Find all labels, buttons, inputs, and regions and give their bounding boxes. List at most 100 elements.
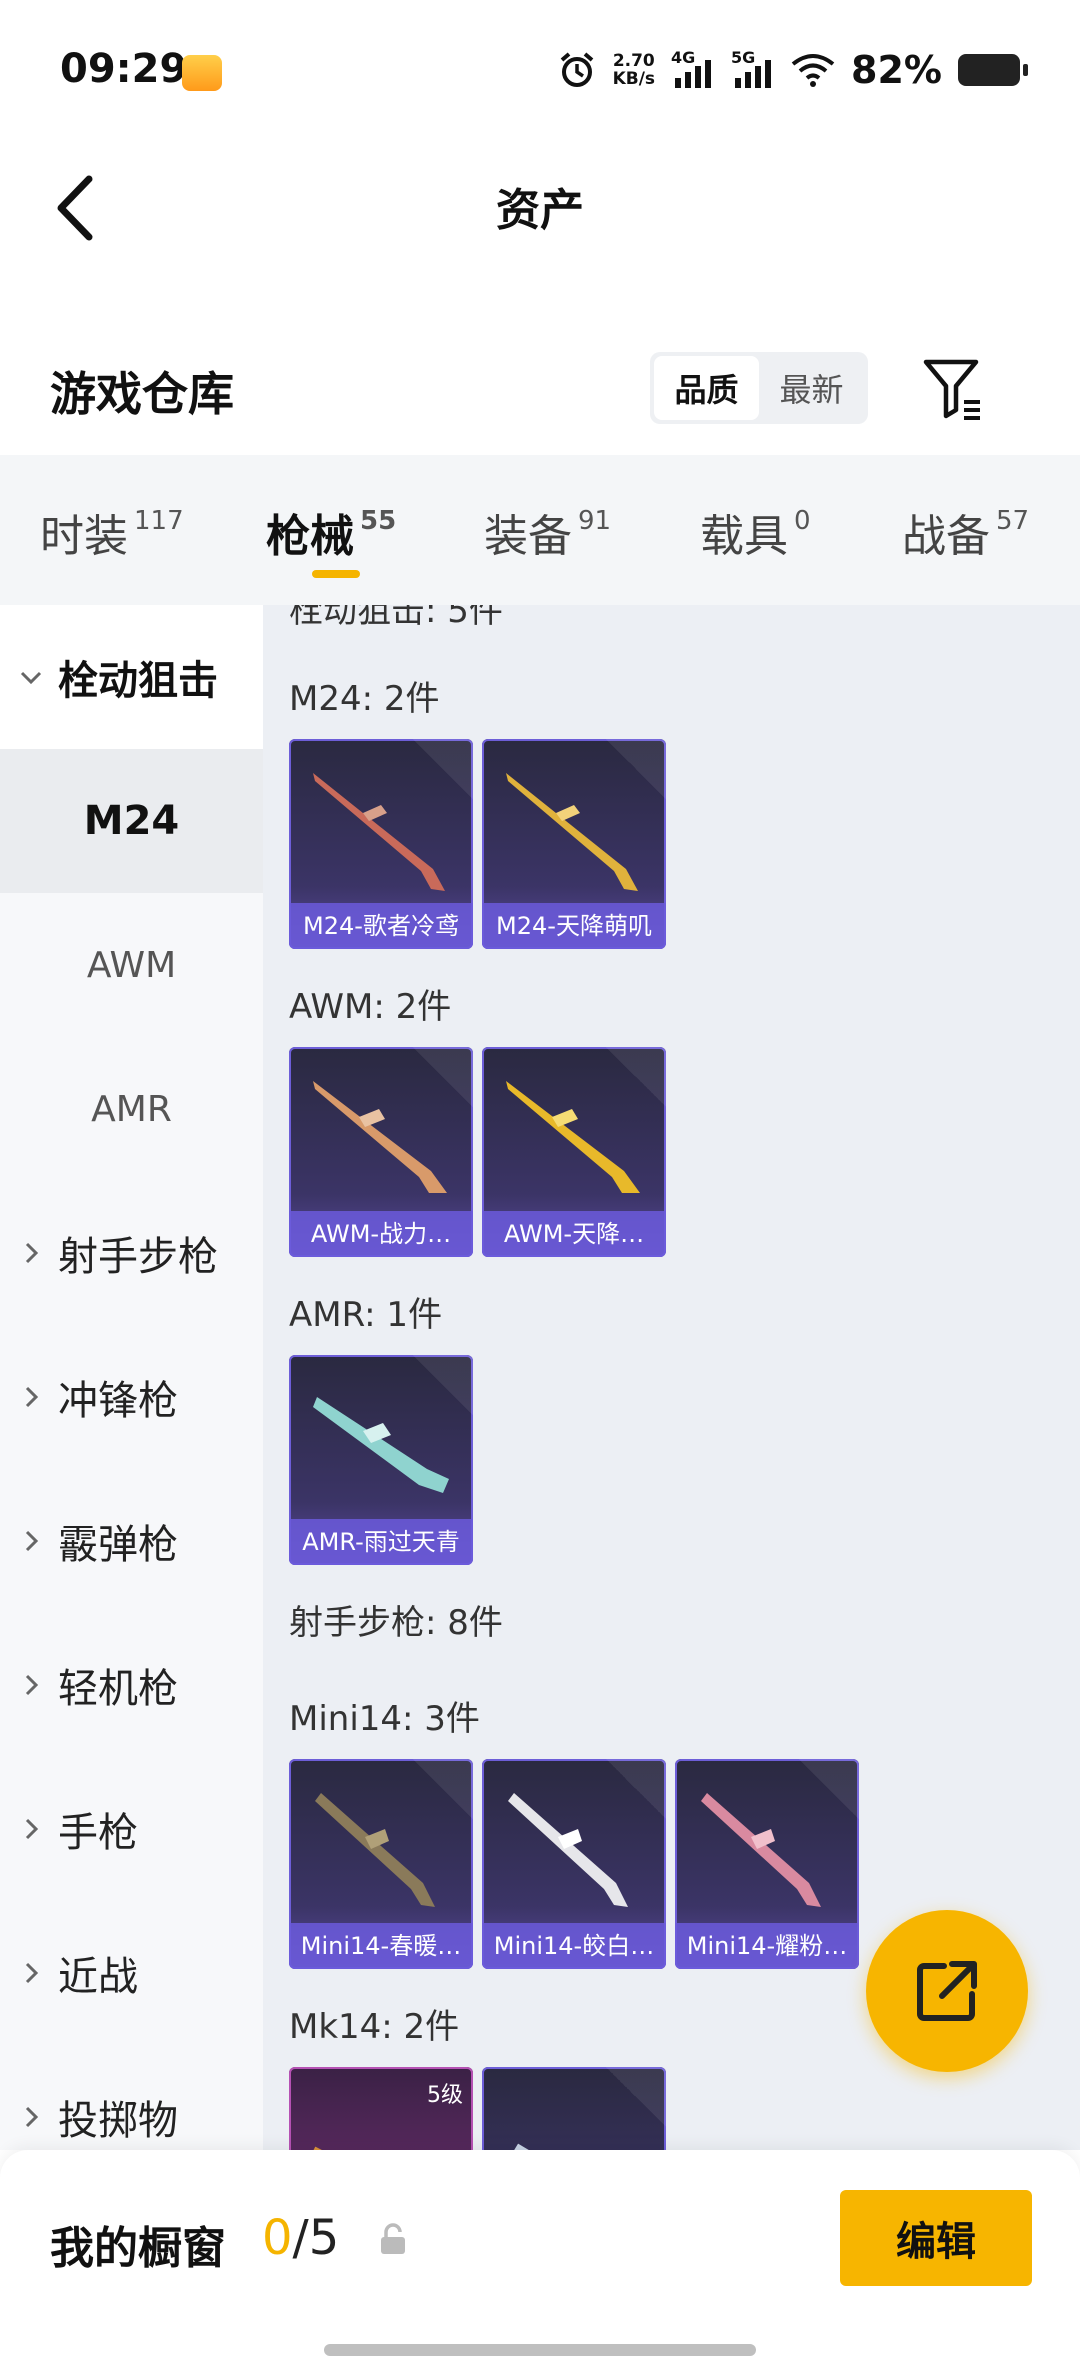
share-fab[interactable]: [866, 1910, 1028, 2072]
status-time: 09:29: [60, 46, 188, 92]
sidebar-category-throwables[interactable]: 投掷物: [0, 2045, 263, 2150]
item-card[interactable]: AWM-天降…: [482, 1047, 666, 1257]
item-card[interactable]: AMR-雨过天青: [289, 1355, 473, 1565]
rifle-icon: [313, 2146, 322, 2150]
tab-firearms[interactable]: 枪械 55: [266, 500, 396, 564]
sidebar-category-label: 冲锋枪: [58, 1378, 178, 1424]
item-card[interactable]: M24-天降萌叽: [482, 739, 666, 949]
chevron-right-icon: [25, 2106, 39, 2128]
section-title-bolt-action: 栓动狙击: 5件: [289, 605, 503, 631]
rifle-icon: [313, 1397, 449, 1493]
section-title-mini14: Mini14: 3件: [289, 1699, 480, 1739]
item-card[interactable]: [482, 2067, 666, 2150]
rifle-icon: [313, 773, 445, 891]
showcase-count-current: 0: [262, 2210, 293, 2266]
tab-label: 时装: [40, 511, 128, 562]
tab-count: 0: [794, 506, 811, 537]
rifle-icon: [506, 1081, 640, 1193]
sidebar-category-label: 轻机枪: [58, 1666, 178, 1712]
sidebar-category-bolt-action[interactable]: 栓动狙击: [0, 605, 263, 749]
sidebar-category-smg[interactable]: 冲锋枪: [0, 1325, 263, 1469]
battery-icon: [958, 54, 1028, 86]
item-name: AMR-雨过天青: [289, 1519, 473, 1565]
app-header: 资产: [0, 140, 1080, 270]
chevron-right-icon: [25, 1530, 39, 1552]
tab-count: 57: [996, 506, 1030, 537]
tab-fashion[interactable]: 时装 117: [40, 500, 184, 564]
item-card[interactable]: M24-歌者冷鸢: [289, 739, 473, 949]
app-notification-icon: [182, 55, 222, 91]
sort-segmented-control: 品质 最新: [650, 352, 868, 424]
item-card[interactable]: Mini14-耀粉…: [675, 1759, 859, 1969]
item-name: M24-天降萌叽: [482, 903, 666, 949]
alarm-icon: [560, 52, 593, 87]
network-speed: 2.70 KB/s: [613, 52, 655, 88]
rifle-icon: [508, 1793, 628, 1907]
sidebar-category-label: 栓动狙击: [58, 658, 218, 704]
section-title-amr: AMR: 1件: [289, 1295, 443, 1335]
item-name: AWM-天降…: [482, 1211, 666, 1257]
item-name: Mini14-耀粉…: [675, 1923, 859, 1969]
item-card[interactable]: 5级: [289, 2067, 473, 2150]
showcase-count-total: /5: [292, 2210, 340, 2266]
chevron-down-icon: [20, 671, 42, 685]
sidebar-category-marksman[interactable]: 射手步枪: [0, 1181, 263, 1325]
item-card[interactable]: AWM-战力…: [289, 1047, 473, 1257]
item-name: Mini14-皎白…: [482, 1923, 666, 1969]
tab-label: 载具: [700, 511, 788, 562]
sort-quality-option[interactable]: 品质: [654, 356, 759, 420]
tab-count: 55: [360, 506, 397, 537]
chevron-right-icon: [25, 1386, 39, 1408]
tab-vehicles[interactable]: 载具 0: [700, 500, 811, 564]
external-link-icon: [917, 1961, 977, 2021]
item-name: Mini14-春暖…: [289, 1923, 473, 1969]
section-title-mk14: Mk14: 2件: [289, 2007, 460, 2047]
battery-percent: 82%: [851, 48, 942, 92]
status-icons: 2.70 KB/s 4G 5G 82%: [557, 44, 1028, 96]
item-name: AWM-战力…: [289, 1211, 473, 1257]
sidebar-category-label: 近战: [58, 1954, 138, 2000]
section-title-m24: M24: 2件: [289, 679, 440, 719]
signal-5g-icon: 5G: [731, 48, 775, 92]
edit-button[interactable]: 编辑: [840, 2190, 1032, 2286]
sidebar-item-amr[interactable]: AMR: [0, 1037, 263, 1181]
page-title: 资产: [496, 185, 584, 236]
tab-equipment[interactable]: 装备 91: [484, 500, 611, 564]
item-card[interactable]: Mini14-春暖…: [289, 1759, 473, 1969]
sidebar-category-lmg[interactable]: 轻机枪: [0, 1613, 263, 1757]
filter-button[interactable]: [918, 354, 988, 424]
rifle-icon: [514, 2143, 529, 2150]
chevron-right-icon: [25, 1674, 39, 1696]
sidebar-category-label: 投掷物: [58, 2098, 178, 2144]
warehouse-row: 游戏仓库 品质 最新: [0, 330, 1080, 450]
tab-label: 装备: [484, 511, 572, 562]
section-title-marksman: 射手步枪: 8件: [289, 1603, 503, 1643]
sidebar-category-melee[interactable]: 近战: [0, 1901, 263, 2045]
speed-unit: KB/s: [612, 69, 656, 89]
rifle-icon: [313, 1081, 447, 1193]
rifle-icon: [315, 1793, 435, 1907]
warehouse-title: 游戏仓库: [50, 367, 234, 421]
sidebar-category-shotgun[interactable]: 霰弹枪: [0, 1469, 263, 1613]
sidebar-item-m24[interactable]: M24: [0, 749, 263, 893]
sidebar-category-label: 手枪: [58, 1810, 138, 1856]
sort-newest-option[interactable]: 最新: [759, 356, 864, 420]
home-indicator: [324, 2344, 756, 2356]
showcase-bar: 我的橱窗 0/5 编辑: [0, 2150, 1080, 2375]
lock-icon: [381, 2223, 405, 2254]
category-sidebar: 栓动狙击 M24 AWM AMR 射手步枪 冲锋枪 霰弹枪 轻机枪 手枪 近战 …: [0, 605, 263, 2150]
chevron-right-icon: [25, 1962, 39, 1984]
sidebar-category-pistol[interactable]: 手枪: [0, 1757, 263, 1901]
rifle-icon: [506, 773, 638, 891]
showcase-count: 0/5: [262, 2210, 339, 2266]
category-tabs: 时装 117 枪械 55 装备 91 载具 0 战备 57: [0, 455, 1080, 605]
tab-label: 枪械: [266, 511, 354, 562]
tab-count: 117: [134, 506, 184, 537]
item-name: M24-歌者冷鸢: [289, 903, 473, 949]
item-card[interactable]: Mini14-皎白…: [482, 1759, 666, 1969]
sidebar-category-label: 霰弹枪: [58, 1522, 178, 1568]
sidebar-item-awm[interactable]: AWM: [0, 893, 263, 1037]
tab-supplies[interactable]: 战备 57: [902, 500, 1029, 564]
wifi-icon: [791, 54, 835, 87]
tab-count: 91: [578, 506, 612, 537]
